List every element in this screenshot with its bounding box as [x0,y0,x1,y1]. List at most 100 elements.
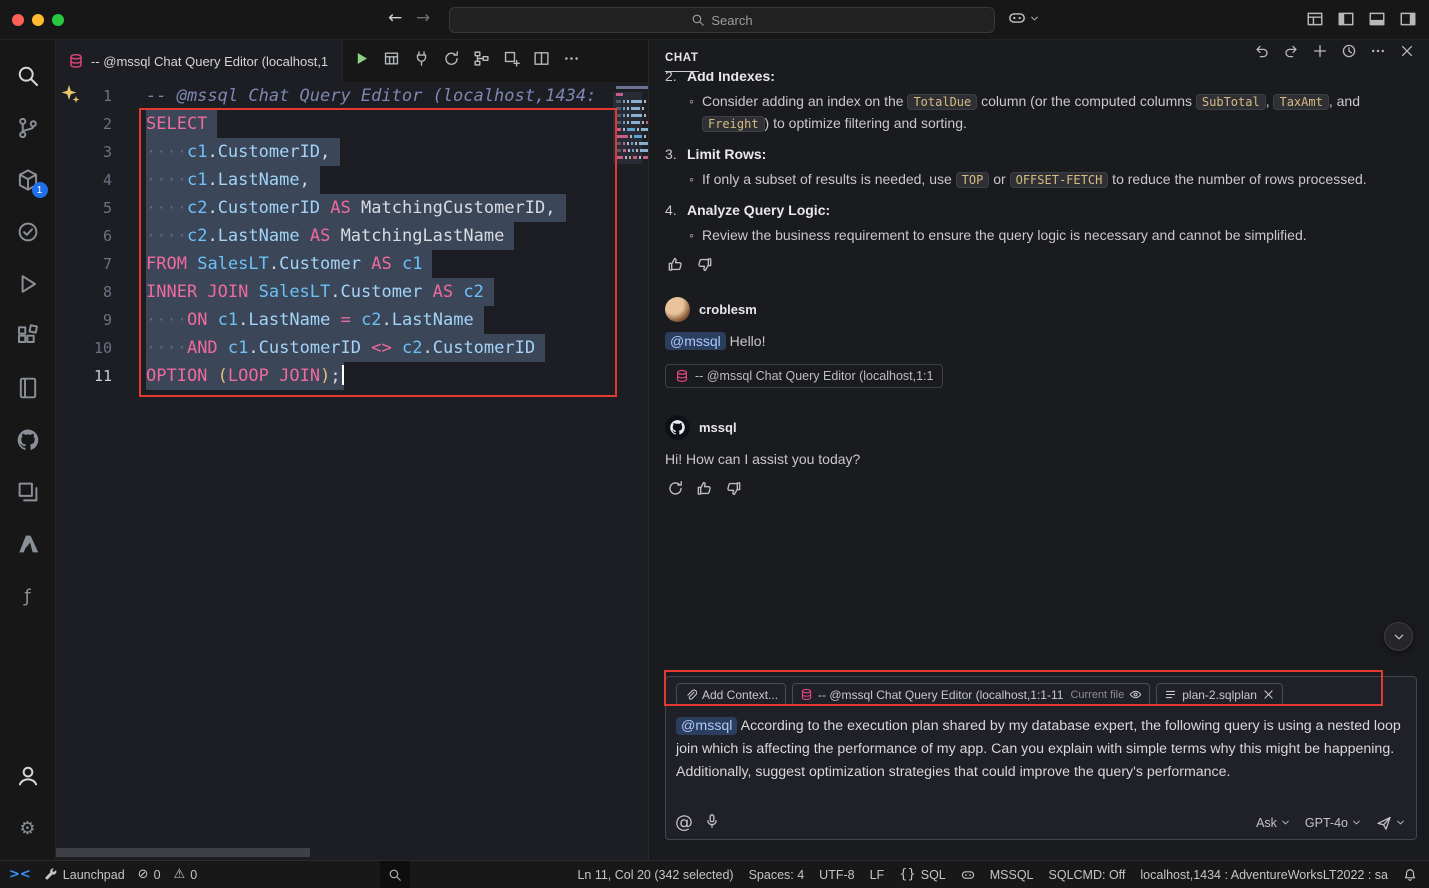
activity-item-accounts[interactable] [0,750,56,802]
token [248,282,258,302]
toggle-panel-button[interactable] [1368,10,1386,33]
activity-item-run-debug[interactable] [0,258,56,310]
run-query-button[interactable] [353,50,370,72]
list-item-head: 3.Limit Rows: [665,144,1413,165]
code-line[interactable]: 6····c2.LastName AS MatchingLastName [56,222,614,250]
window-zoom-button[interactable] [52,14,64,26]
more-actions-button[interactable] [563,50,580,72]
thumbs-up-button[interactable] [667,256,684,279]
toggle-secondary-sidebar-button[interactable] [1399,10,1417,33]
table-designer-button[interactable] [503,50,520,72]
new-chat-button[interactable] [1312,43,1328,64]
thumbs-up-button[interactable] [696,480,713,503]
encoding[interactable]: UTF-8 [819,868,854,882]
code-line[interactable]: 5····c2.CustomerID AS MatchingCustomerID… [56,194,614,222]
status-label: SQL [921,868,946,882]
code-line[interactable]: 4····c1.LastName, [56,166,614,194]
code-line[interactable]: 9····ON c1.LastName = c2.LastName [56,306,614,334]
inline-code: OFFSET-FETCH [1010,172,1109,188]
activity-item-remote-explorer[interactable]: 1 [0,154,56,206]
code-line[interactable]: 10····AND c1.CustomerID <> c2.CustomerID [56,334,614,362]
connection[interactable]: localhost,1434 : AdventureWorksLT2022 : … [1140,868,1388,882]
token: . [269,254,279,274]
remote-indicator[interactable]: >< [9,868,31,881]
code-line[interactable]: 7FROM SalesLT.Customer AS c1 [56,250,614,278]
chat-input-text[interactable]: @mssql According to the execution plan s… [676,715,1406,784]
copilot-sparkle-icon[interactable] [60,84,80,104]
token: AS [330,198,350,218]
activity-item-search[interactable] [0,50,56,102]
copilot-status[interactable] [961,868,975,882]
launchpad[interactable]: Launchpad [44,868,125,882]
minimap[interactable] [616,86,642,840]
voice-button[interactable] [704,813,720,832]
warnings[interactable]: ⚠0 [174,868,198,882]
chat-panel-title: CHAT [665,52,699,72]
send-button[interactable] [1376,815,1406,831]
window-minimize-button[interactable] [32,14,44,26]
scroll-to-bottom-button[interactable] [1384,622,1413,651]
undo-button[interactable] [1254,43,1270,64]
code-line[interactable]: 2SELECT [56,110,614,138]
customize-layout-button[interactable] [1306,10,1324,33]
activity-item-settings[interactable]: ⚙ [0,802,56,854]
copilot-menu[interactable] [1008,9,1040,27]
activity-item-testing[interactable] [0,206,56,258]
language-mode[interactable]: {}SQL [899,868,946,882]
code-line[interactable]: 3····c1.CustomerID, [56,138,614,166]
schema-compare-button[interactable] [473,50,490,72]
code-line[interactable]: 8INNER JOIN SalesLT.Customer AS c2 [56,278,614,306]
code-line[interactable]: 11OPTION (LOOP JOIN); [56,362,614,390]
mode-picker[interactable]: Ask [1256,816,1291,830]
func-icon: ƒ [16,584,40,608]
chat-input-box[interactable]: Add Context... -- @mssql Chat Query Edito… [665,676,1417,840]
notifications[interactable] [1403,868,1417,882]
connections-button[interactable] [413,50,430,72]
code-line[interactable]: 1-- @mssql Chat Query Editor (localhost,… [56,82,614,110]
chat-header: CHAT [649,40,1429,72]
split-editor-button[interactable] [533,50,550,72]
eol[interactable]: LF [870,868,885,882]
close-button[interactable] [1399,43,1415,64]
editor-tab[interactable]: -- @mssql Chat Query Editor (localhost,1 [56,40,343,82]
nav-back-button[interactable]: ← [388,8,402,28]
activity-item-sql-projects[interactable]: ƒ [0,570,56,622]
thumbs-down-button[interactable] [725,480,742,503]
window-close-button[interactable] [12,14,24,26]
history-button[interactable] [1341,43,1357,64]
context-chip-plan-file[interactable]: plan-2.sqlplan [1156,683,1283,706]
toggle-primary-sidebar-button[interactable] [1337,10,1355,33]
nav-forward-button[interactable]: → [416,8,430,28]
results-grid-button[interactable] [383,50,400,72]
code-editor[interactable]: 1-- @mssql Chat Query Editor (localhost,… [56,82,614,846]
context-chip-add-context[interactable]: Add Context... [676,683,786,706]
chevron-down-icon [1392,630,1406,644]
indentation[interactable]: Spaces: 4 [749,868,805,882]
activity-item-remote-windows[interactable] [0,466,56,518]
close-icon[interactable] [1262,688,1275,701]
activity-item-source-control[interactable] [0,102,56,154]
cursor-position[interactable]: Ln 11, Col 20 (342 selected) [577,868,733,882]
activity-item-notebooks[interactable] [0,362,56,414]
model-picker[interactable]: GPT-4o [1305,816,1362,830]
zoom-status-button[interactable] [380,861,410,888]
sqlcmd[interactable]: SQLCMD: Off [1049,868,1126,882]
activity-item-github[interactable] [0,414,56,466]
horizontal-scrollbar[interactable] [56,848,310,857]
mention-button[interactable]: @ [676,814,692,831]
activity-item-azure[interactable] [0,518,56,570]
eye-icon[interactable] [1129,688,1142,701]
activity-item-extensions[interactable] [0,310,56,362]
estimated-plan-button[interactable] [443,50,460,72]
redo-button[interactable] [1283,43,1299,64]
thumbs-down-button[interactable] [696,256,713,279]
command-center-search[interactable]: Search [449,7,995,33]
mssql-status[interactable]: MSSQL [990,868,1034,882]
errors-glyph: ⊘ [138,868,149,881]
context-chip-current-file[interactable]: -- @mssql Chat Query Editor (localhost,1… [792,683,1150,706]
regenerate-button[interactable] [667,480,684,503]
more-button[interactable] [1370,43,1386,64]
message-attachment[interactable]: -- @mssql Chat Query Editor (localhost,1… [665,364,943,388]
line-number: 11 [56,362,112,390]
errors[interactable]: ⊘0 [138,868,161,882]
